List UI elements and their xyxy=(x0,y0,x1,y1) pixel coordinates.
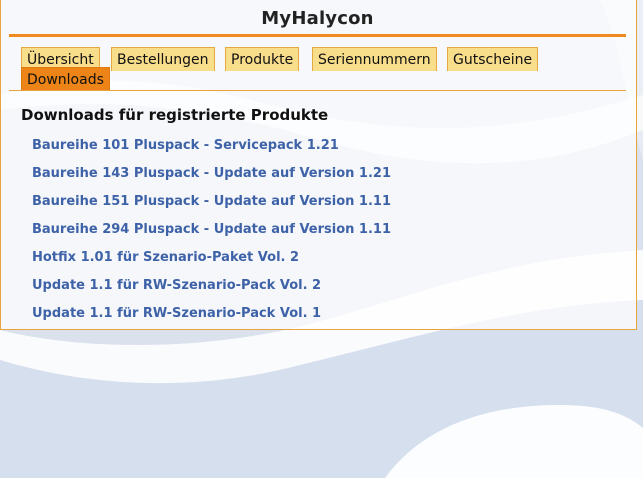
download-link[interactable]: Baureihe 151 Pluspack - Update auf Versi… xyxy=(32,194,391,209)
downloads-heading: Downloads für registrierte Produkte xyxy=(21,106,329,124)
download-link[interactable]: Update 1.1 für RW-Szenario-Pack Vol. 2 xyxy=(32,278,321,293)
download-link[interactable]: Baureihe 101 Pluspack - Servicepack 1.21 xyxy=(32,138,339,153)
tab-vouchers[interactable]: Gutscheine xyxy=(447,47,539,71)
download-link[interactable]: Update 1.1 für RW-Szenario-Pack Vol. 1 xyxy=(32,306,321,321)
tab-downloads[interactable]: Downloads xyxy=(21,67,110,91)
download-link[interactable]: Baureihe 143 Pluspack - Update auf Versi… xyxy=(32,166,391,181)
download-link[interactable]: Hotfix 1.01 für Szenario-Paket Vol. 2 xyxy=(32,250,299,265)
downloads-panel: MyHalycon Übersicht Bestellungen Produkt… xyxy=(0,0,637,330)
tabs-divider xyxy=(9,90,626,91)
tab-serial-numbers[interactable]: Seriennummern xyxy=(312,47,437,71)
tab-products[interactable]: Produkte xyxy=(225,47,300,71)
page-title: MyHalycon xyxy=(261,8,374,29)
download-link[interactable]: Baureihe 294 Pluspack - Update auf Versi… xyxy=(32,222,391,237)
tab-orders[interactable]: Bestellungen xyxy=(111,47,215,71)
title-bar: MyHalycon xyxy=(9,0,626,37)
